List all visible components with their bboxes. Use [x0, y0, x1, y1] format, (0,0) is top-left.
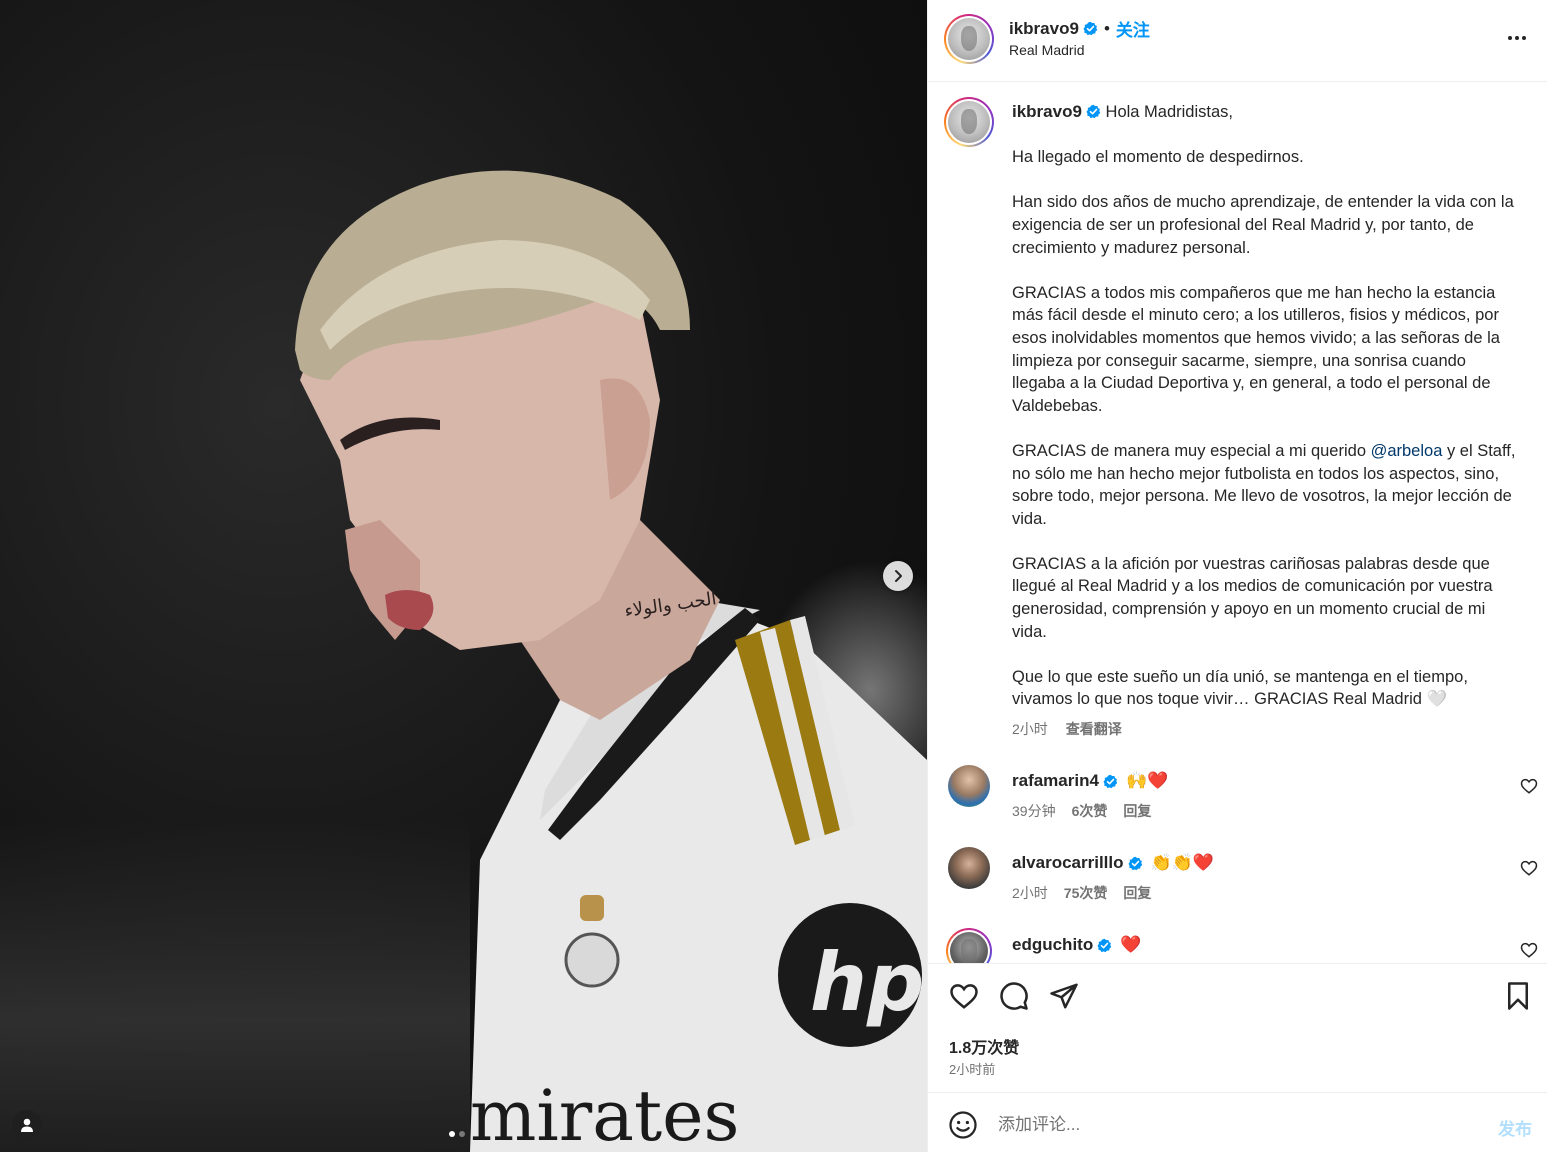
verified-badge-icon	[1103, 774, 1118, 788]
caption-paragraph: GRACIAS a todos mis compañeros que me ha…	[1012, 283, 1500, 415]
post-sidebar: ikbravo9 • 关注 Real Madrid ikbravo9 Hola …	[927, 0, 1547, 1152]
post-header: ikbravo9 • 关注 Real Madrid	[928, 0, 1547, 82]
comment-text: 🙌❤️	[1125, 771, 1169, 791]
caption-paragraph: GRACIAS a la afición por vuestras cariño…	[1012, 554, 1493, 641]
heart-icon[interactable]	[1520, 941, 1538, 959]
caption-meta: 2小时 查看翻译	[1012, 719, 1518, 739]
reply-button[interactable]: 回复	[1123, 801, 1151, 821]
comment-text: ❤️	[1120, 935, 1142, 955]
commenter-avatar[interactable]	[948, 765, 990, 808]
heart-icon	[950, 984, 978, 1009]
author-avatar[interactable]	[944, 14, 994, 64]
post-timestamp[interactable]: 2小时前	[949, 1059, 995, 1078]
post-actions: 1.8万次赞 2小时前	[928, 963, 1547, 1092]
comment-list: rafamarin4 🙌❤️ 39分钟 6次赞 回复 alvarocarrill…	[928, 765, 1547, 963]
svg-text:hp: hp	[810, 936, 924, 1029]
follow-button[interactable]: 关注	[1116, 16, 1150, 41]
caption-username[interactable]: ikbravo9	[1012, 102, 1082, 121]
save-button[interactable]	[1502, 980, 1534, 1012]
comment-time[interactable]: 2小时	[1012, 883, 1048, 903]
caption-paragraph: Ha llegado el momento de despedirnos.	[1012, 148, 1304, 167]
bookmark-icon	[1508, 982, 1528, 1010]
separator-dot: •	[1103, 18, 1110, 38]
comment-button[interactable]	[998, 980, 1030, 1012]
location-link[interactable]: Real Madrid	[1009, 42, 1084, 58]
emoji-icon[interactable]	[948, 1110, 978, 1140]
likes-count[interactable]: 1.8万次赞	[949, 1034, 1019, 1058]
post-comment-button[interactable]: 发布	[1498, 1115, 1532, 1140]
chevron-right-icon	[895, 570, 902, 582]
verified-badge-icon	[1127, 856, 1142, 870]
caption-time[interactable]: 2小时	[1012, 719, 1048, 739]
commenter-username[interactable]: rafamarin4	[1012, 771, 1099, 791]
comment-item: rafamarin4 🙌❤️ 39分钟 6次赞 回复	[928, 765, 1547, 847]
commenter-avatar[interactable]	[948, 847, 990, 890]
tagged-users-button[interactable]	[12, 1110, 42, 1140]
comment-text: 👏👏❤️	[1150, 853, 1215, 873]
caption-greeting: Hola Madridistas,	[1105, 103, 1233, 121]
comment-composer: 发布	[928, 1092, 1547, 1152]
more-options-button[interactable]	[1505, 26, 1529, 50]
author-username[interactable]: ikbravo9	[1009, 19, 1079, 39]
user-icon	[21, 1118, 33, 1132]
verified-badge-icon	[1083, 21, 1098, 36]
next-image-button[interactable]	[883, 561, 913, 591]
share-button[interactable]	[1048, 980, 1080, 1012]
heart-icon[interactable]	[1520, 859, 1538, 877]
comments-scroll-area[interactable]: ikbravo9 Hola Madridistas, Ha llegado el…	[928, 83, 1547, 963]
player-photo: hp	[295, 170, 927, 1152]
caption-paragraph: GRACIAS de manera muy especial a mi quer…	[1012, 441, 1371, 460]
send-icon	[1050, 983, 1078, 1009]
commenter-username[interactable]: alvarocarrilllo	[1012, 853, 1124, 873]
comment-time[interactable]: 39分钟	[1012, 801, 1056, 821]
like-button[interactable]	[948, 980, 980, 1012]
comment-item: alvarocarrilllo 👏👏❤️ 2小时 75次赞 回复	[928, 847, 1547, 929]
comment-item: edguchito ❤️	[928, 928, 1547, 963]
comment-icon	[1000, 982, 1028, 1010]
caption-paragraph: Que lo que este sueño un día unió, se ma…	[1012, 667, 1468, 709]
comment-likes[interactable]: 75次赞	[1064, 883, 1108, 903]
comment-input[interactable]	[998, 1111, 1458, 1139]
commenter-username[interactable]: edguchito	[1012, 935, 1093, 955]
carousel-dot	[449, 1131, 455, 1137]
mention-link[interactable]: @arbeloa	[1371, 442, 1443, 460]
caption-author-avatar[interactable]	[944, 97, 994, 147]
caption-paragraph: Han sido dos años de mucho aprendizaje, …	[1012, 193, 1514, 257]
commenter-avatar[interactable]	[946, 928, 992, 963]
verified-badge-icon	[1086, 104, 1101, 119]
see-translation-button[interactable]: 查看翻译	[1066, 719, 1122, 739]
carousel-dot	[459, 1131, 465, 1137]
comment-likes[interactable]: 6次赞	[1072, 801, 1108, 821]
verified-badge-icon	[1097, 938, 1112, 952]
reply-button[interactable]: 回复	[1123, 883, 1151, 903]
post-caption: ikbravo9 Hola Madridistas, Ha llegado el…	[928, 83, 1547, 739]
caption-text: ikbravo9 Hola Madridistas, Ha llegado el…	[1012, 101, 1518, 711]
more-icon	[1508, 36, 1512, 40]
post-media[interactable]: hp الحب والولاء mirates	[0, 0, 927, 1152]
heart-icon[interactable]	[1520, 777, 1538, 795]
carousel-indicator	[449, 1131, 465, 1137]
